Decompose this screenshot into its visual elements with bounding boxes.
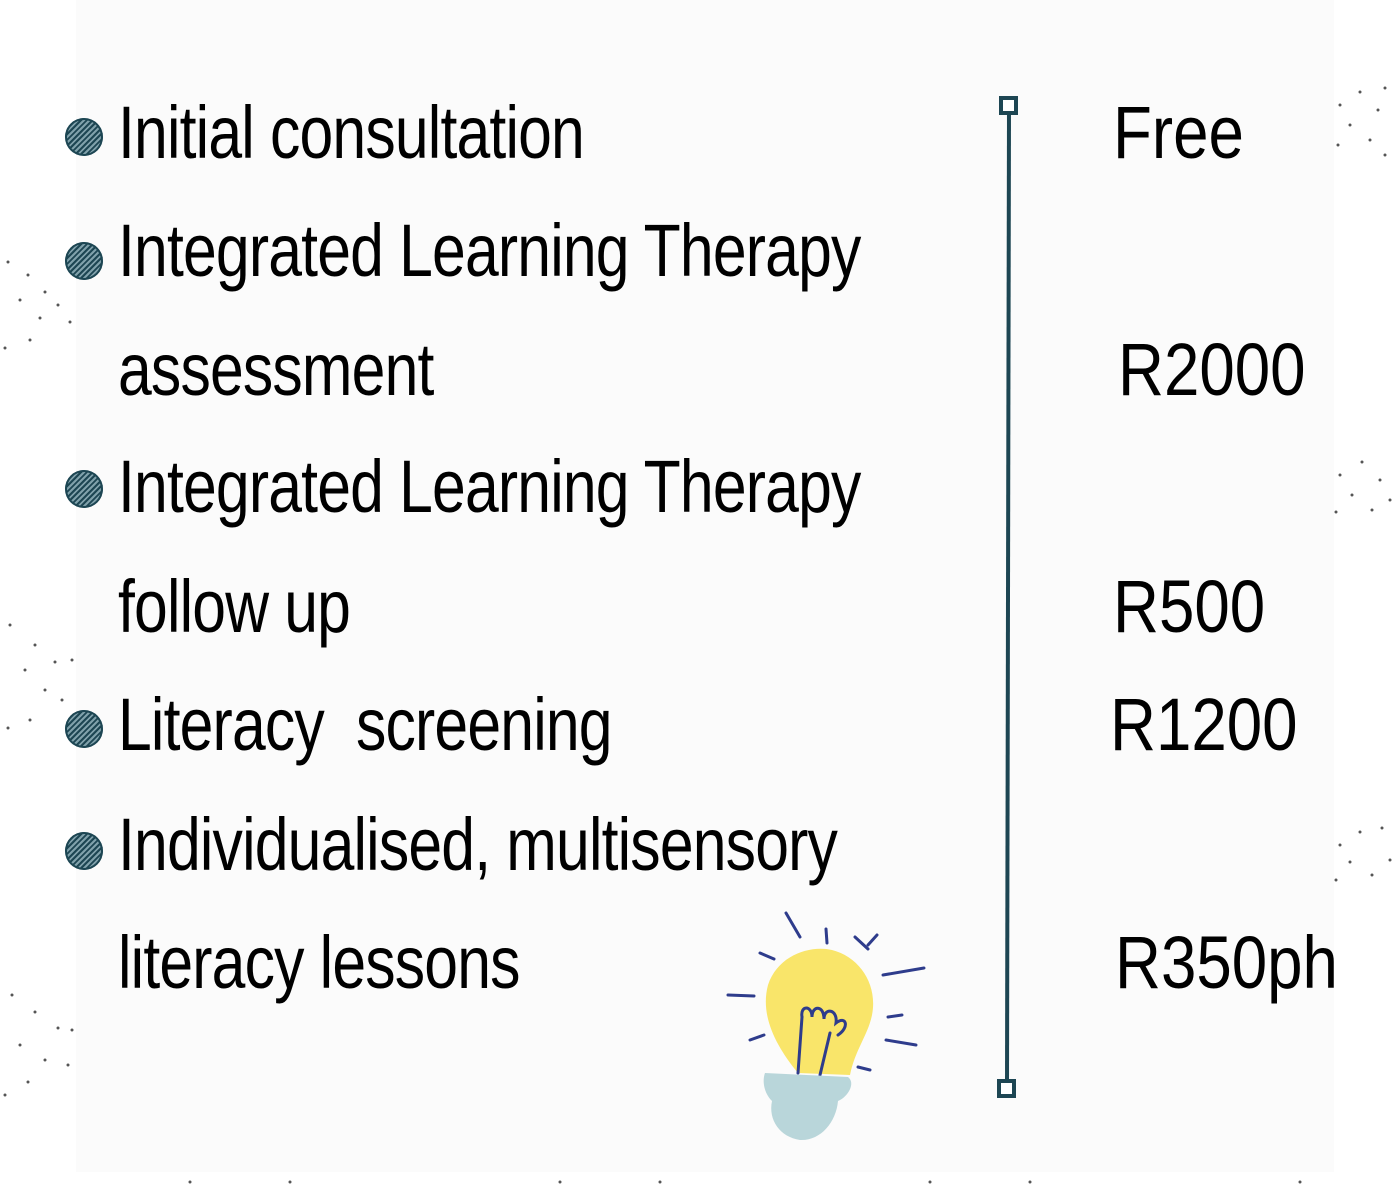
- service-price: Free: [1113, 91, 1244, 174]
- bullet-icon: [65, 710, 103, 748]
- service-price: R500: [1113, 565, 1266, 648]
- lightbulb-icon: [726, 911, 926, 1141]
- service-price: R1200: [1110, 683, 1298, 766]
- service-name-continued: follow up: [118, 565, 351, 648]
- bullet-icon: [65, 470, 103, 508]
- service-name: Integrated Learning Therapy: [118, 445, 861, 528]
- bullet-icon: [65, 242, 103, 280]
- service-name: Literacy screening: [118, 683, 613, 766]
- service-price: R2000: [1118, 328, 1306, 411]
- service-name: Initial consultation: [118, 91, 585, 174]
- bullet-icon: [65, 118, 103, 156]
- service-name: Integrated Learning Therapy: [118, 209, 861, 292]
- service-name: Individualised, multisensory: [118, 803, 838, 886]
- service-name-continued: assessment: [118, 328, 434, 411]
- vertical-line-icon: [997, 96, 1018, 1098]
- service-name-continued: literacy lessons: [118, 921, 521, 1004]
- service-price: R350ph: [1115, 921, 1338, 1004]
- bullet-icon: [65, 832, 103, 870]
